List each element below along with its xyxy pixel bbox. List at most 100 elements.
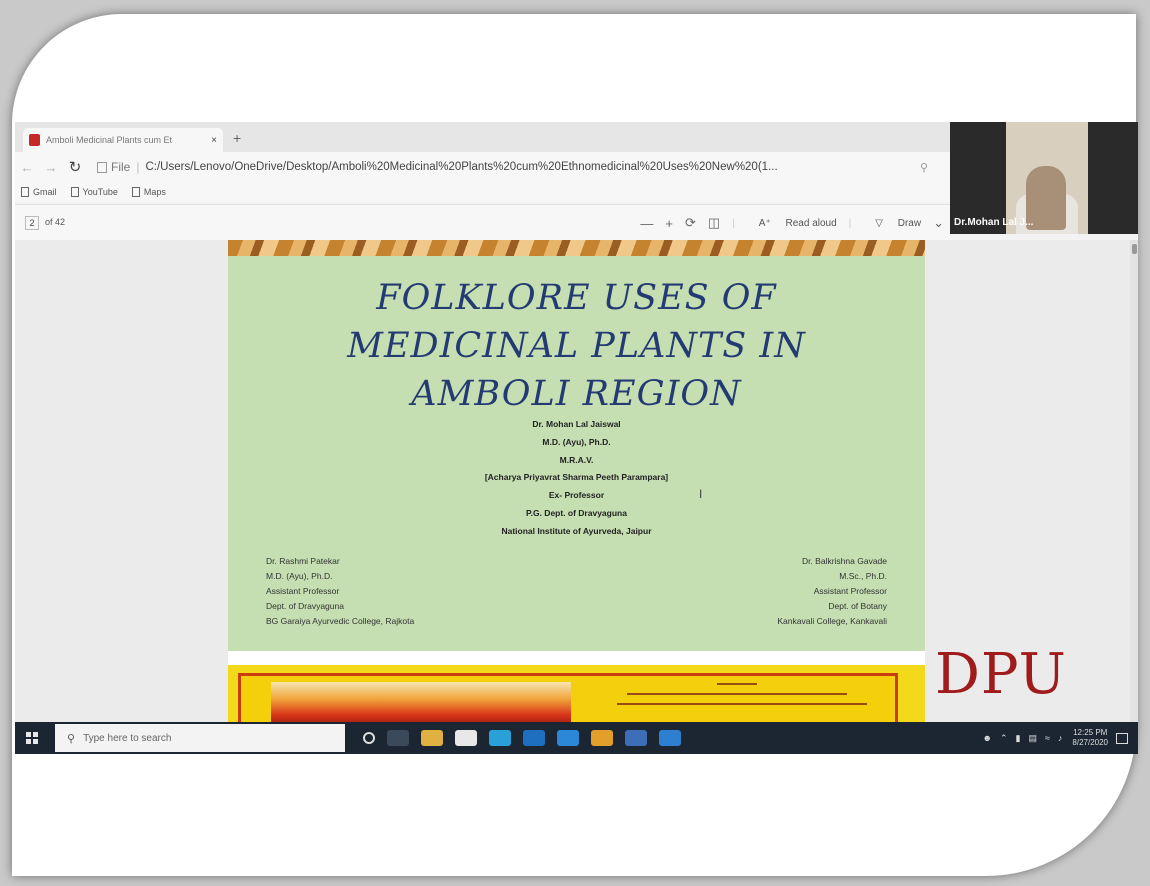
- refresh-icon[interactable]: ↻: [63, 158, 87, 176]
- task-view-icon[interactable]: [387, 730, 409, 746]
- browser-tab[interactable]: Amboli Medicinal Plants cum Et ×: [23, 128, 223, 152]
- file-icon: [97, 161, 107, 173]
- zoom-in-button[interactable]: +: [665, 216, 673, 231]
- back-icon[interactable]: ←: [15, 160, 39, 175]
- address-bar: ← → ↻ File | C:/Users/Lenovo/OneDrive/De…: [15, 152, 950, 182]
- pdf-icon: [29, 134, 40, 146]
- author-line: [Acharya Priyavrat Sharma Peeth Parampar…: [484, 472, 669, 483]
- coauthor-line: Kankavali College, Kankavali: [777, 616, 887, 626]
- address-file-label: File: [111, 160, 131, 174]
- screen: Amboli Medicinal Plants cum Et × + ← → ↻…: [15, 122, 1138, 754]
- chrome-icon[interactable]: [591, 730, 613, 746]
- system-tray: ☻ ⌃ ▮ ▤ ≈ ♪ 12:25 PM 8/27/2020: [974, 722, 1128, 754]
- draw-button[interactable]: ▽ Draw: [863, 218, 921, 229]
- participant-name: Dr.Mohan Lal J...: [954, 217, 1034, 228]
- scroll-thumb[interactable]: [1132, 244, 1137, 254]
- notification-icon[interactable]: [1116, 732, 1128, 744]
- divider: |: [732, 217, 735, 229]
- pdf-page: FOLKLORE USES OF MEDICINAL PLANTS IN AMB…: [228, 240, 925, 722]
- favorite-label: Maps: [143, 187, 166, 197]
- taskbar-search[interactable]: ⚲ Type here to search: [55, 724, 345, 752]
- read-aloud-button[interactable]: A⁺ Read aloud: [747, 218, 837, 229]
- page-icon: [70, 187, 79, 197]
- favorite-gmail[interactable]: Gmail: [21, 187, 57, 197]
- photo-frame: Amboli Medicinal Plants cum Et × + ← → ↻…: [0, 0, 1150, 886]
- file-explorer-icon[interactable]: [421, 730, 443, 746]
- clock[interactable]: 12:25 PM 8/27/2020: [1072, 728, 1108, 748]
- close-icon[interactable]: ×: [211, 135, 217, 146]
- coauthor-line: BG Garaiya Ayurvedic College, Rajkota: [266, 616, 415, 626]
- scrollbar[interactable]: [1130, 240, 1138, 722]
- coauthor-line: M.D. (Ayu), Ph.D.: [266, 571, 333, 581]
- page-total: of 42: [45, 217, 66, 227]
- sunset-image: [271, 682, 571, 722]
- author-block: Dr. Mohan Lal Jaiswal M.D. (Ayu), Ph.D. …: [228, 416, 925, 541]
- coauthor-line: Dr. Rashmi Patekar: [266, 556, 340, 566]
- author-line: M.D. (Ayu), Ph.D.: [542, 436, 611, 447]
- draw-label: Draw: [897, 217, 922, 229]
- pdf-toolbar: 2 of 42 — + ⟳ ◫ | A⁺ Read aloud | ▽ Draw…: [15, 204, 950, 240]
- mail-icon[interactable]: [523, 730, 545, 746]
- taskbar: ⚲ Type here to search ☻ ⌃ ▮ ▤ ≈ ♪ 12:25 …: [15, 722, 1138, 754]
- rotate-icon[interactable]: ⟳: [685, 215, 696, 231]
- read-aloud-icon: A⁺: [758, 217, 774, 229]
- tab-title: Amboli Medicinal Plants cum Et: [46, 135, 173, 145]
- store-icon[interactable]: [455, 730, 477, 746]
- people-icon[interactable]: ☻: [982, 733, 991, 743]
- url-field[interactable]: File | C:/Users/Lenovo/OneDrive/Desktop/…: [97, 160, 857, 174]
- clock-time: 12:25 PM: [1073, 728, 1108, 737]
- favorite-youtube[interactable]: YouTube: [70, 187, 118, 197]
- edge-icon[interactable]: [489, 730, 511, 746]
- wifi-icon[interactable]: ≈: [1045, 733, 1050, 743]
- cortana-icon[interactable]: [363, 732, 375, 744]
- dpu-logo: DPU: [935, 642, 1067, 707]
- draw-icon: ▽: [875, 217, 886, 229]
- sanskrit-text-image: [587, 680, 887, 720]
- text-cursor-icon: I: [699, 487, 703, 501]
- slide-title-line: AMBOLI REGION: [411, 374, 742, 414]
- zoom-out-button[interactable]: —: [640, 216, 653, 231]
- author-line: National Institute of Ayurveda, Jaipur: [501, 525, 652, 536]
- tab-bar: Amboli Medicinal Plants cum Et × +: [15, 122, 950, 152]
- zoom-icon[interactable]: ⚲: [920, 161, 928, 174]
- page-number-input[interactable]: 2: [25, 216, 39, 230]
- chevron-down-icon[interactable]: ⌄: [933, 215, 944, 231]
- zoom-app-icon[interactable]: [557, 730, 579, 746]
- pdf-tools: — + ⟳ ◫ | A⁺ Read aloud | ▽ Draw ⌄: [628, 215, 944, 231]
- coauthor-line: Dr. Balkrishna Gavade: [801, 556, 887, 566]
- fit-page-icon[interactable]: ◫: [708, 215, 720, 231]
- slide-banner-image: [228, 240, 925, 256]
- forward-icon[interactable]: →: [39, 160, 63, 175]
- author-line: P.G. Dept. of Dravyaguna: [526, 507, 627, 518]
- new-tab-button[interactable]: +: [233, 130, 241, 146]
- video-thumbnail[interactable]: Dr.Mohan Lal J...: [950, 122, 1138, 234]
- favorite-label: Gmail: [33, 187, 57, 197]
- page-icon: [21, 187, 29, 197]
- address-separator: |: [136, 160, 140, 174]
- battery-icon[interactable]: ▮: [1015, 733, 1020, 744]
- video-app-icon[interactable]: [625, 730, 647, 746]
- read-aloud-label: Read aloud: [785, 217, 837, 229]
- coauthor-line: Assistant Professor: [266, 586, 340, 596]
- title-slide: FOLKLORE USES OF MEDICINAL PLANTS IN AMB…: [228, 256, 925, 651]
- next-slide-preview: [228, 665, 925, 722]
- coauthor-line: Dept. of Dravyaguna: [266, 601, 344, 611]
- slide-title-line: FOLKLORE USES OF: [376, 278, 777, 318]
- coauthor-line: Dept. of Botany: [828, 601, 887, 611]
- next-slide-border: [238, 673, 898, 722]
- search-icon: ⚲: [67, 732, 76, 745]
- favorite-maps[interactable]: Maps: [131, 187, 166, 197]
- divider: |: [848, 217, 852, 229]
- clock-date: 8/27/2020: [1072, 738, 1108, 747]
- slide-title: FOLKLORE USES OF MEDICINAL PLANTS IN AMB…: [228, 274, 925, 418]
- favorite-label: YouTube: [82, 187, 118, 197]
- coauthor-line: M.Sc., Ph.D.: [839, 571, 887, 581]
- network-icon[interactable]: ▤: [1028, 733, 1037, 744]
- app-icon[interactable]: [659, 730, 681, 746]
- windows-start-icon[interactable]: [26, 732, 38, 744]
- search-placeholder: Type here to search: [83, 732, 172, 744]
- volume-icon[interactable]: ♪: [1058, 733, 1063, 743]
- coauthor-left: Dr. Rashmi Patekar M.D. (Ayu), Ph.D. Ass…: [266, 554, 414, 629]
- sanskrit-text-scribble: [617, 683, 867, 705]
- chevron-up-icon[interactable]: ⌃: [1000, 733, 1008, 744]
